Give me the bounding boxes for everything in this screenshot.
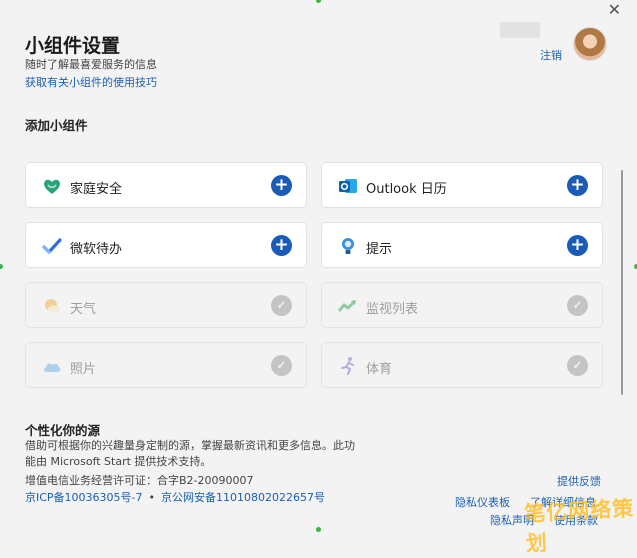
avatar[interactable] [573, 27, 607, 61]
close-icon[interactable]: ✕ [608, 2, 621, 18]
widget-added-check-icon: ✓ [567, 295, 588, 316]
personalize-description: 借助可根据你的兴趣量身定制的源，掌握最新资讯和更多信息。此功能由 Microso… [25, 439, 355, 468]
widget-label: 微软待办 [70, 242, 123, 257]
widget-label: Outlook 日历 [366, 182, 447, 197]
license-text: 增值电信业务经营许可证：合字B2-20090007 [25, 474, 254, 487]
cloud-photos-icon [44, 363, 61, 372]
add-widgets-heading: 添加小组件 [25, 118, 88, 133]
privacy-dashboard-link[interactable]: 隐私仪表板 [455, 496, 510, 509]
widget-label: 家庭安全 [70, 182, 123, 197]
widget-card-watchlist: 监视列表 ✓ [321, 282, 603, 328]
add-widget-button[interactable]: + [271, 235, 292, 256]
widget-card-photos: 照片 ✓ [25, 342, 307, 388]
widget-added-check-icon: ✓ [271, 355, 292, 376]
page-subtitle: 随时了解最喜爱服务的信息 [25, 58, 157, 71]
watermark: 笔亿网络策划 [523, 496, 635, 556]
account-name-placeholder [500, 22, 540, 38]
widget-card-microsoft-todo[interactable]: 微软待办 + [25, 222, 307, 268]
widget-tips-link[interactable]: 获取有关小组件的使用技巧 [25, 74, 157, 90]
widget-added-check-icon: ✓ [567, 355, 588, 376]
widget-label: 照片 [70, 362, 97, 377]
signout-link[interactable]: 注销 [540, 47, 562, 63]
todo-check-icon [42, 238, 62, 254]
widget-label: 提示 [366, 242, 393, 257]
widget-card-sports: 体育 ✓ [321, 342, 603, 388]
scrollbar[interactable] [621, 170, 623, 395]
outlook-calendar-icon [339, 179, 357, 193]
widget-label: 天气 [70, 302, 97, 317]
resize-handle-top[interactable] [316, 0, 321, 3]
page-title: 小组件设置 [25, 35, 121, 57]
icp-links: 京ICP备10036305号-7 • 京公网安备11010802022657号 [25, 489, 325, 505]
add-widget-button[interactable]: + [271, 175, 292, 196]
widget-card-family-safety[interactable]: 家庭安全 + [25, 162, 307, 208]
add-widget-button[interactable]: + [567, 235, 588, 256]
sports-runner-icon [341, 357, 354, 375]
widget-card-tips[interactable]: 提示 + [321, 222, 603, 268]
widget-added-check-icon: ✓ [271, 295, 292, 316]
widget-card-weather: 天气 ✓ [25, 282, 307, 328]
widget-label: 体育 [366, 362, 393, 377]
tips-lightbulb-icon [342, 238, 354, 254]
resize-handle-left[interactable] [0, 264, 3, 269]
personalize-heading: 个性化你的源 [25, 423, 101, 438]
icp-link[interactable]: 京ICP备10036305号-7 [25, 491, 143, 504]
widget-label: 监视列表 [366, 302, 419, 317]
stock-watchlist-icon [338, 299, 357, 312]
public-security-link[interactable]: 京公网安备11010802022657号 [161, 491, 325, 504]
feedback-link[interactable]: 提供反馈 [557, 473, 601, 489]
widget-card-outlook-calendar[interactable]: Outlook 日历 + [321, 162, 603, 208]
weather-icon [45, 299, 60, 313]
heart-shield-icon [44, 179, 60, 194]
add-widget-button[interactable]: + [567, 175, 588, 196]
separator: • [148, 491, 156, 504]
